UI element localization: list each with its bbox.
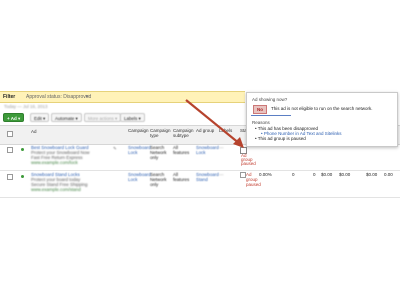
not-eligible-badge: No <box>253 105 267 114</box>
more-actions-button[interactable]: More actions ▾ <box>84 113 122 122</box>
col-campaign[interactable]: Campaign <box>128 128 149 133</box>
campaign-subtype: All features <box>173 172 190 182</box>
campaign-link[interactable]: Snowboard Lock <box>128 145 151 155</box>
toolbar: + Ad ▾ Edit ▾ Automate ▾ More actions ▾ … <box>0 112 245 124</box>
metric-cost-conv: $0.00 <box>366 172 378 177</box>
close-icon[interactable]: ✕ <box>85 93 89 101</box>
row-checkbox[interactable] <box>7 174 13 180</box>
popup-title: Ad showing now? <box>252 97 288 102</box>
status-text-3: paused <box>246 182 261 187</box>
col-ad[interactable]: Ad <box>31 129 37 134</box>
col-labels[interactable]: Labels <box>219 128 232 133</box>
labels-value: — <box>219 172 224 177</box>
select-all-checkbox[interactable] <box>7 131 13 137</box>
campaign-type: Search Network only <box>150 172 167 187</box>
date-hint: Today — Jul 16, 2013 <box>4 104 48 109</box>
col-ad-group[interactable]: Ad group <box>196 128 216 133</box>
edit-button[interactable]: Edit ▾ <box>30 113 50 122</box>
table-row: Snowboard Stand Locks Protect your board… <box>0 171 400 198</box>
metric-impressions: 0 <box>313 172 316 177</box>
col-campaign-type[interactable]: Campaign type <box>150 128 171 138</box>
reasons-label: Reasons <box>252 120 270 125</box>
table-row: Best Snowboard Lock Guard Protect your S… <box>0 144 400 171</box>
enabled-status-icon[interactable] <box>21 148 24 151</box>
status-text-3: paused <box>241 161 256 166</box>
ad-group-link[interactable]: Snowboard Stand <box>196 172 219 182</box>
metric-avg-cpc: $0.00 <box>321 172 333 177</box>
ad-url: www.example.com/stand <box>31 187 81 192</box>
filter-label: Filter <box>3 94 16 100</box>
labels-value: — <box>219 145 224 150</box>
divider <box>251 115 291 116</box>
col-campaign-subtype[interactable]: Campaign subtype <box>173 128 194 138</box>
add-ad-button[interactable]: + Ad ▾ <box>3 113 25 122</box>
metric-ctr: 0.00% <box>259 172 272 177</box>
ad-url: www.example.com/lock <box>31 160 78 165</box>
labels-button[interactable]: Labels ▾ <box>120 113 145 122</box>
metric-clicks: 0 <box>292 172 295 177</box>
filter-criteria: Approval status: Disapproved <box>26 94 92 100</box>
automate-button[interactable]: Automate ▾ <box>51 113 82 122</box>
campaign-link[interactable]: Snowboard Lock <box>128 172 151 182</box>
reason-item: • This ad group is paused <box>255 136 306 141</box>
campaign-subtype: All features <box>173 145 190 155</box>
ad-status-popup: Ad showing now? No This ad is not eligib… <box>246 92 398 147</box>
metric-cost: $0.00 <box>339 172 351 177</box>
filter-bar[interactable]: Filter Approval status: Disapproved ✕ <box>0 91 245 103</box>
reason-text: This ad group is paused <box>257 136 306 141</box>
row-checkbox[interactable] <box>7 147 13 153</box>
ad-group-link[interactable]: Snowboard Lock <box>196 145 219 155</box>
edit-ad-icon[interactable]: ✎ <box>113 146 117 151</box>
popup-message: This ad is not eligible to run on the se… <box>271 106 373 111</box>
enabled-status-icon[interactable] <box>21 175 24 178</box>
campaign-type: Search Network only <box>150 145 167 160</box>
metric-conv-rate: 0.00 <box>384 172 393 177</box>
